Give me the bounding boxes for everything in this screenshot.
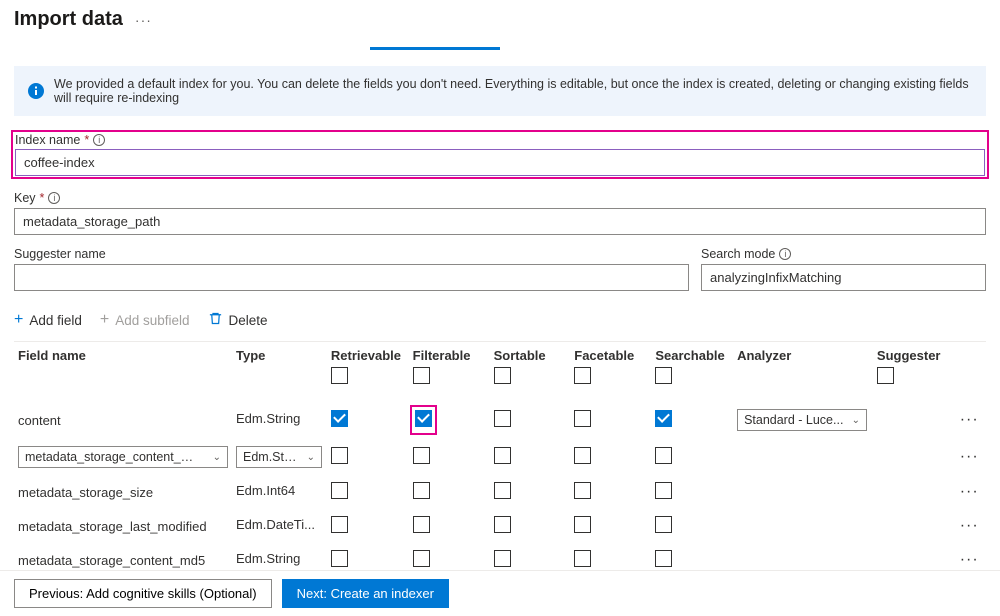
- filt-checkbox[interactable]: [413, 447, 430, 464]
- footer-bar: Previous: Add cognitive skills (Optional…: [0, 570, 1000, 616]
- field-name-text: content: [18, 413, 61, 428]
- suggester-all-checkbox[interactable]: [877, 367, 894, 384]
- analyzer-dropdown[interactable]: Standard - Luce...⌄: [737, 409, 867, 431]
- info-banner: We provided a default index for you. You…: [14, 66, 986, 116]
- index-name-input[interactable]: [15, 149, 985, 176]
- trash-icon: [208, 311, 223, 329]
- prev-button[interactable]: Previous: Add cognitive skills (Optional…: [14, 579, 272, 608]
- chevron-down-icon: ⌄: [307, 452, 315, 463]
- retr-checkbox[interactable]: [331, 410, 348, 427]
- th-analyzer: Analyzer: [733, 342, 873, 402]
- filterable-highlight: [410, 405, 437, 435]
- field-name-text: metadata_storage_content_md5: [18, 553, 205, 568]
- sort-checkbox[interactable]: [494, 516, 511, 533]
- plus-icon: +: [100, 312, 109, 328]
- search-checkbox[interactable]: [655, 447, 672, 464]
- th-facetable: Facetable: [570, 342, 651, 402]
- row-more-icon[interactable]: ···: [960, 551, 979, 568]
- retr-checkbox[interactable]: [331, 482, 348, 499]
- th-filterable: Filterable: [409, 342, 490, 402]
- retrievable-all-checkbox[interactable]: [331, 367, 348, 384]
- chevron-down-icon: ⌄: [852, 415, 860, 426]
- sortable-all-checkbox[interactable]: [494, 367, 511, 384]
- search-checkbox[interactable]: [655, 516, 672, 533]
- help-icon[interactable]: i: [48, 192, 60, 204]
- row-more-icon[interactable]: ···: [960, 483, 979, 500]
- facet-checkbox[interactable]: [574, 550, 591, 567]
- row-more-icon[interactable]: ···: [960, 517, 979, 534]
- retr-checkbox[interactable]: [331, 447, 348, 464]
- th-type: Type: [232, 342, 327, 402]
- add-subfield-label: Add subfield: [115, 313, 189, 328]
- plus-icon: +: [14, 312, 23, 328]
- th-retrievable: Retrievable: [327, 342, 409, 402]
- suggester-name-label: Suggester name: [14, 247, 106, 261]
- field-type-dropdown[interactable]: Edm.Stri...⌄: [236, 446, 322, 468]
- field-name-text: metadata_storage_last_modified: [18, 519, 207, 534]
- add-field-label: Add field: [29, 313, 82, 328]
- info-text: We provided a default index for you. You…: [54, 77, 972, 105]
- search-checkbox[interactable]: [655, 482, 672, 499]
- search-checkbox[interactable]: [655, 550, 672, 567]
- row-more-icon[interactable]: ···: [960, 411, 979, 428]
- delete-button[interactable]: Delete: [208, 311, 268, 329]
- facet-checkbox[interactable]: [574, 447, 591, 464]
- required-asterisk: *: [84, 133, 89, 147]
- facet-checkbox[interactable]: [574, 482, 591, 499]
- help-icon[interactable]: i: [779, 248, 791, 260]
- field-type-text: Edm.Int64: [236, 483, 295, 498]
- field-name-text: metadata_storage_size: [18, 485, 153, 500]
- th-searchable: Searchable: [651, 342, 733, 402]
- table-row: metadata_storage_last_modified Edm.DateTi…: [14, 509, 986, 543]
- row-more-icon[interactable]: ···: [960, 448, 979, 465]
- sort-checkbox[interactable]: [494, 482, 511, 499]
- chevron-down-icon: ⌄: [213, 452, 221, 463]
- help-icon[interactable]: i: [93, 134, 105, 146]
- field-type-text: Edm.String: [236, 411, 300, 426]
- required-asterisk: *: [40, 191, 45, 205]
- filt-checkbox[interactable]: [413, 516, 430, 533]
- filt-checkbox[interactable]: [415, 410, 432, 427]
- next-button[interactable]: Next: Create an indexer: [282, 579, 449, 608]
- table-row: metadata_storage_size Edm.Int64 ···: [14, 475, 986, 509]
- index-name-highlight: Index name * i: [11, 130, 989, 179]
- sort-checkbox[interactable]: [494, 550, 511, 567]
- retr-checkbox[interactable]: [331, 516, 348, 533]
- tab-indicator: [370, 47, 500, 50]
- table-row: content Edm.String Standard - Luce...⌄ ···: [14, 401, 986, 439]
- sort-checkbox[interactable]: [494, 410, 511, 427]
- filterable-all-checkbox[interactable]: [413, 367, 430, 384]
- retr-checkbox[interactable]: [331, 550, 348, 567]
- search-mode-input[interactable]: [701, 264, 986, 291]
- filt-checkbox[interactable]: [413, 482, 430, 499]
- field-type-text: Edm.String: [236, 551, 300, 566]
- index-name-label: Index name: [15, 133, 80, 147]
- searchable-all-checkbox[interactable]: [655, 367, 672, 384]
- facetable-all-checkbox[interactable]: [574, 367, 591, 384]
- search-checkbox[interactable]: [655, 410, 672, 427]
- th-sortable: Sortable: [490, 342, 571, 402]
- th-field-name: Field name: [14, 342, 232, 402]
- add-subfield-button: + Add subfield: [100, 312, 190, 328]
- suggester-name-input[interactable]: [14, 264, 689, 291]
- sort-checkbox[interactable]: [494, 447, 511, 464]
- th-suggester: Suggester: [873, 342, 952, 402]
- search-mode-label: Search mode: [701, 247, 775, 261]
- delete-label: Delete: [229, 313, 268, 328]
- facet-checkbox[interactable]: [574, 516, 591, 533]
- page-title: Import data: [14, 8, 123, 31]
- info-icon: [28, 83, 44, 99]
- add-field-button[interactable]: + Add field: [14, 312, 82, 328]
- field-type-text: Edm.DateTi...: [236, 517, 315, 532]
- filt-checkbox[interactable]: [413, 550, 430, 567]
- field-name-dropdown[interactable]: metadata_storage_content_ty...⌄: [18, 446, 228, 468]
- key-label: Key: [14, 191, 36, 205]
- facet-checkbox[interactable]: [574, 410, 591, 427]
- key-input[interactable]: [14, 208, 986, 235]
- header-more-icon[interactable]: ···: [135, 12, 152, 28]
- table-row: metadata_storage_content_ty...⌄ Edm.Stri.…: [14, 439, 986, 475]
